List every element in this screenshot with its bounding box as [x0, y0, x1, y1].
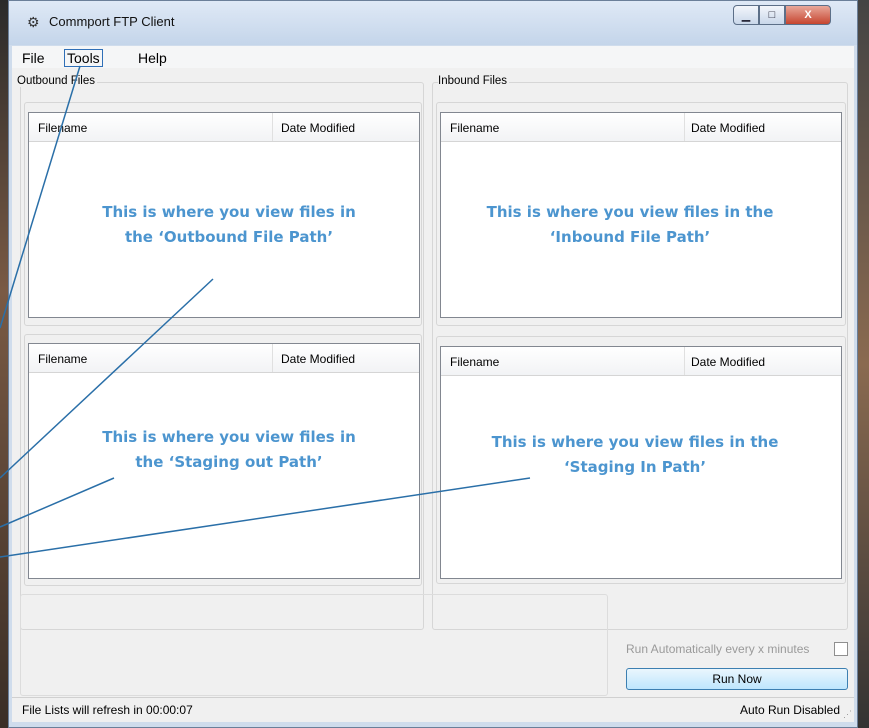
auto-run-checkbox[interactable]	[834, 642, 848, 656]
column-separator[interactable]	[272, 113, 273, 141]
filename-column-header[interactable]: Filename	[38, 352, 87, 366]
outbound-annotation-line-1: This is where you view files in	[102, 203, 356, 221]
app-gear-icon: ⚙	[27, 14, 40, 30]
menu-bar: File Tools Help	[12, 46, 854, 68]
maximize-button[interactable]: □	[759, 5, 785, 25]
close-button[interactable]: X	[785, 5, 831, 25]
status-bar: File Lists will refresh in 00:00:07 Auto…	[12, 697, 854, 722]
menu-file[interactable]: File	[22, 50, 45, 66]
inbound-annotation-line-2: ‘Inbound File Path’	[549, 228, 711, 246]
auto-run-label: Run Automatically every x minutes	[626, 642, 810, 656]
outbound-list-header: Filename Date Modified	[29, 113, 419, 142]
bottom-left-panel	[20, 594, 608, 696]
run-now-button[interactable]: Run Now	[626, 668, 848, 690]
inbound-group-label: Inbound Files	[438, 75, 510, 87]
date-modified-column-header[interactable]: Date Modified	[691, 121, 765, 135]
filename-column-header[interactable]: Filename	[450, 121, 499, 135]
staging-in-list-header: Filename Date Modified	[441, 347, 841, 376]
menu-help[interactable]: Help	[138, 50, 167, 66]
inbound-annotation: This is where you view files in the ‘Inb…	[470, 200, 790, 250]
column-separator[interactable]	[684, 113, 685, 141]
staging-out-annotation-line-1: This is where you view files in	[102, 428, 356, 446]
outbound-group-label: Outbound Files	[17, 75, 97, 87]
auto-run-status: Auto Run Disabled	[739, 703, 840, 717]
staging-in-annotation-line-1: This is where you view files in the	[491, 433, 779, 451]
minimize-button[interactable]: ▁	[733, 5, 759, 25]
title-bar[interactable]: ⚙ Commport FTP Client ▁ □ X	[9, 1, 857, 45]
client-area: File Tools Help Outbound Files Inbound F…	[12, 46, 854, 722]
date-modified-column-header[interactable]: Date Modified	[281, 352, 355, 366]
inbound-annotation-line-1: This is where you view files in the	[486, 203, 774, 221]
date-modified-column-header[interactable]: Date Modified	[691, 355, 765, 369]
outbound-annotation-line-2: the ‘Outbound File Path’	[124, 228, 334, 246]
menu-tools[interactable]: Tools	[64, 49, 103, 67]
staging-in-annotation-line-2: ‘Staging In Path’	[563, 458, 707, 476]
refresh-countdown: File Lists will refresh in 00:00:07	[22, 703, 193, 717]
date-modified-column-header[interactable]: Date Modified	[281, 121, 355, 135]
window-controls: ▁ □ X	[733, 5, 831, 27]
staging-out-list-header: Filename Date Modified	[29, 344, 419, 373]
staging-out-annotation-line-2: the ‘Staging out Path’	[135, 453, 323, 471]
column-separator[interactable]	[272, 344, 273, 372]
window-title: Commport FTP Client	[49, 14, 175, 29]
staging-out-annotation: This is where you view files in the ‘Sta…	[84, 425, 374, 475]
outbound-annotation: This is where you view files in the ‘Out…	[84, 200, 374, 250]
filename-column-header[interactable]: Filename	[38, 121, 87, 135]
inbound-list-header: Filename Date Modified	[441, 113, 841, 142]
column-separator[interactable]	[684, 347, 685, 375]
staging-in-annotation: This is where you view files in the ‘Sta…	[470, 430, 800, 480]
resize-grip-icon[interactable]: ⋰	[843, 709, 852, 720]
app-window: ⚙ Commport FTP Client ▁ □ X File Tools H…	[8, 0, 858, 728]
filename-column-header[interactable]: Filename	[450, 355, 499, 369]
